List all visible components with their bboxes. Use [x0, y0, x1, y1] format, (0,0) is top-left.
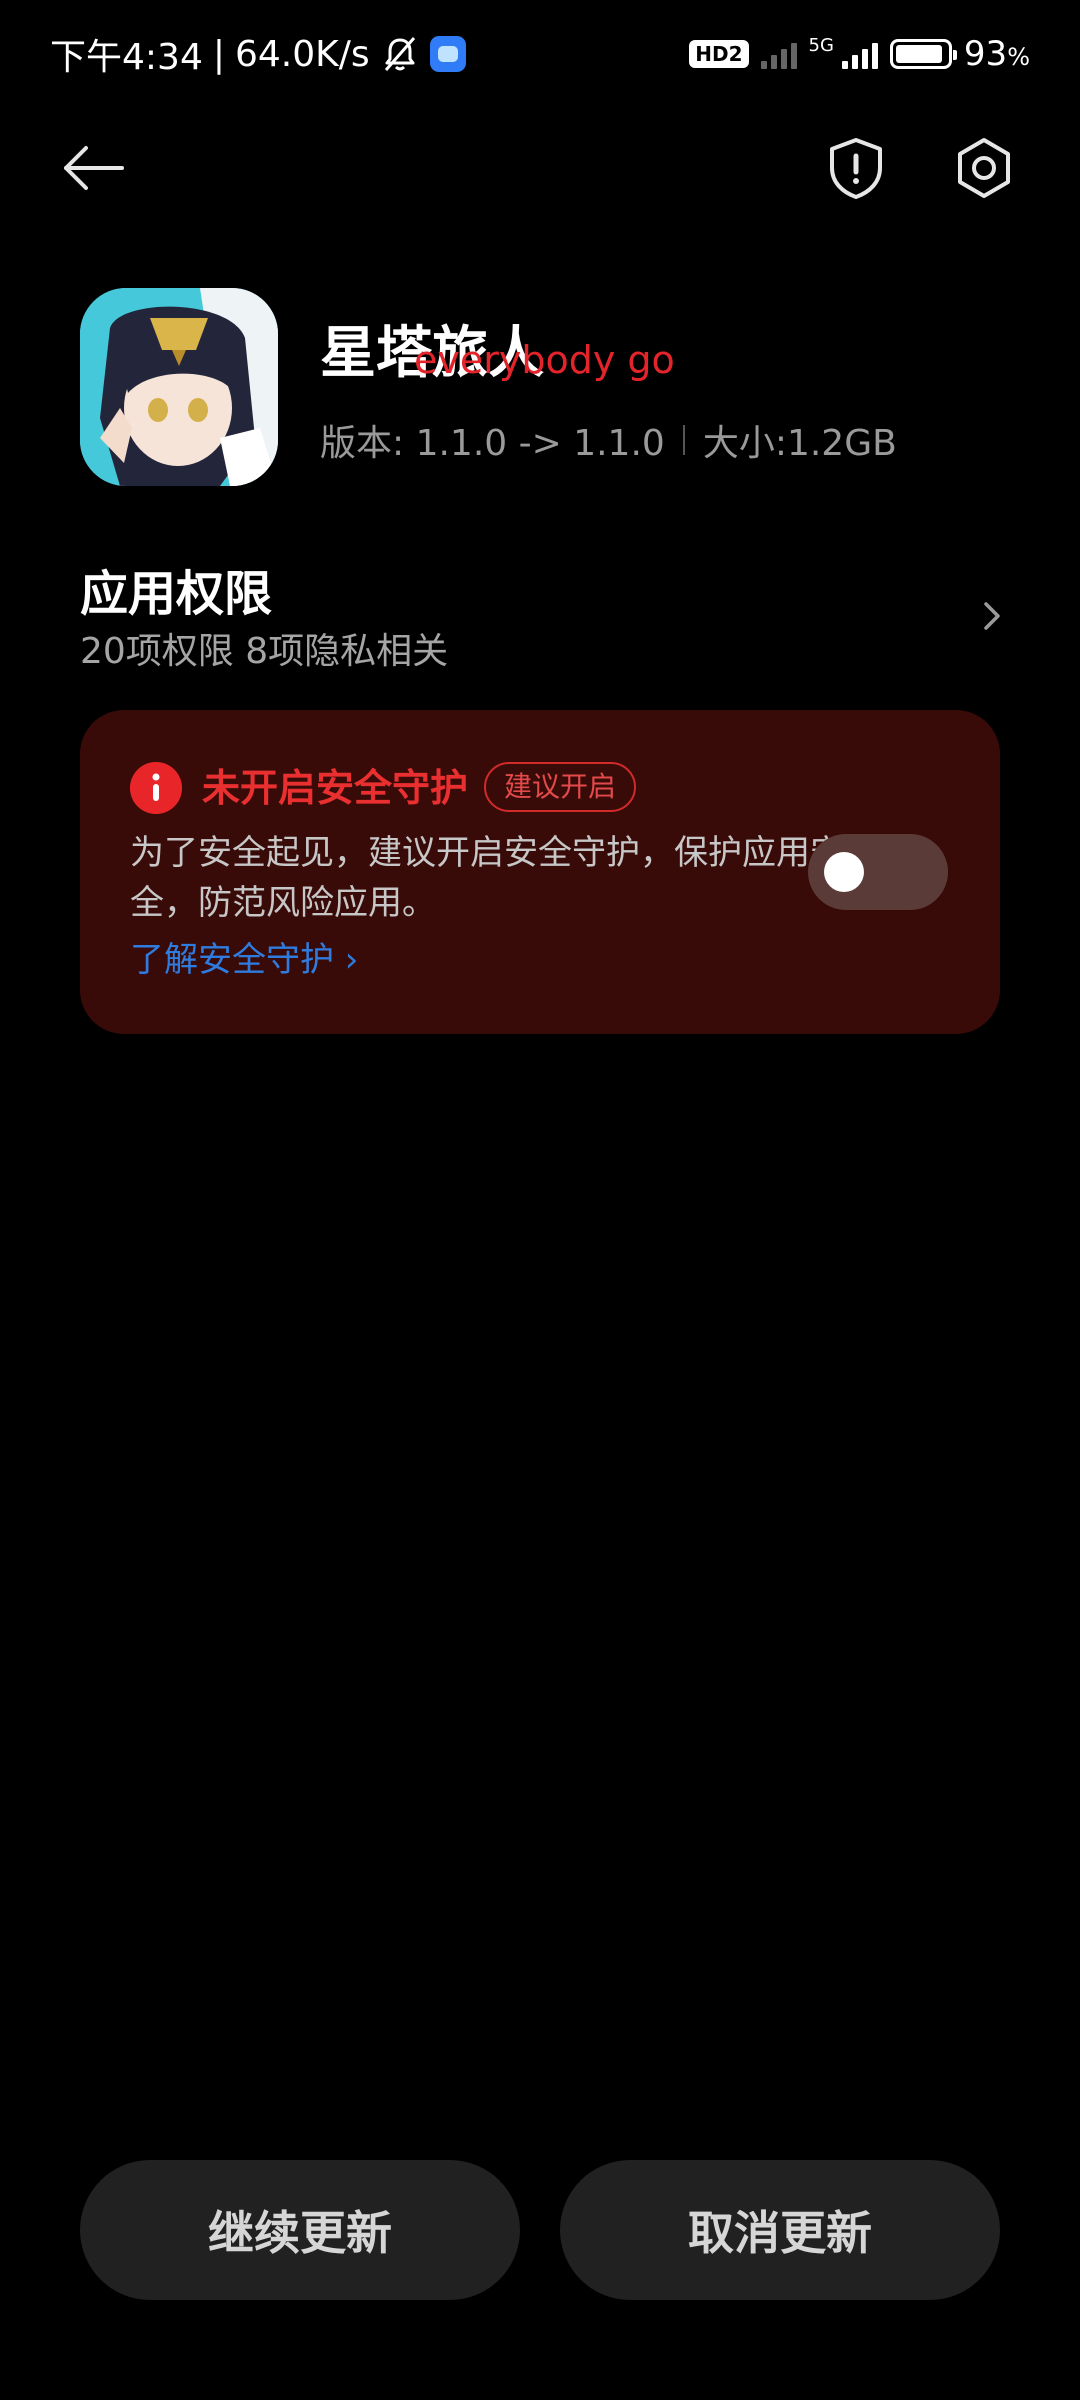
- back-button[interactable]: [58, 132, 130, 204]
- app-icon: [80, 288, 278, 486]
- settings-button[interactable]: [948, 132, 1020, 204]
- alert-icon: [130, 762, 182, 814]
- status-separator: |: [212, 33, 225, 75]
- update-confirm-screen: 下午4:34 | 64.0K/s HD2 5G 93% 星塔旅人 everybo…: [0, 0, 1080, 2400]
- security-toggle[interactable]: [808, 834, 948, 910]
- battery-icon: [889, 39, 957, 69]
- permissions-title: 应用权限: [80, 566, 273, 622]
- security-description: 为了安全起见，建议开启安全守护，保护应用安全，防范风险应用。: [130, 833, 844, 923]
- hd-voice-badge: HD2: [689, 40, 749, 68]
- status-time: 下午4:34: [50, 37, 203, 78]
- continue-update-button[interactable]: 继续更新: [80, 2160, 520, 2300]
- signal-sim1-icon: [841, 39, 878, 69]
- chevron-right-icon: [984, 602, 1000, 630]
- security-title: 未开启安全守护: [202, 766, 469, 810]
- signal-sim2-icon: [760, 39, 797, 69]
- shield-alert-icon: [830, 138, 882, 199]
- app-overlay-text: everybody go: [414, 338, 675, 382]
- app-meta: 版本: 1.1.0 -> 1.1.0 大小:1.2GB: [320, 414, 897, 466]
- status-bar: 下午4:34 | 64.0K/s HD2 5G 93%: [0, 0, 1080, 108]
- battery-percent: 93%: [963, 34, 1030, 74]
- meta-divider: [682, 425, 685, 455]
- gear-icon: [958, 138, 1010, 198]
- app-notification-icon: [429, 36, 466, 72]
- bell-mute-icon: [384, 37, 415, 71]
- app-permissions-row[interactable]: 应用权限 20项权限 8项隐私相关: [80, 548, 1010, 678]
- status-left: 下午4:34 | 64.0K/s: [50, 28, 466, 80]
- status-right: HD2 5G 93%: [689, 28, 1030, 80]
- network-type-label: 5G: [808, 35, 834, 56]
- shield-alert-button[interactable]: [820, 132, 892, 204]
- security-protection-card: 未开启安全守护 建议开启 为了安全起见，建议开启安全守护，保护应用安全，防范风险…: [80, 710, 1000, 1034]
- app-size: 大小:1.2GB: [702, 423, 897, 464]
- permissions-subtitle: 20项权限 8项隐私相关: [80, 631, 449, 672]
- arrow-left-icon: [64, 146, 124, 190]
- network-speed: 64.0K/s: [234, 33, 370, 75]
- battery-fill: [895, 45, 943, 63]
- app-version: 版本: 1.1.0 -> 1.1.0: [320, 423, 665, 464]
- toggle-knob: [824, 852, 864, 892]
- cancel-update-button[interactable]: 取消更新: [560, 2160, 1000, 2300]
- app-icon-artwork: [80, 288, 278, 486]
- learn-security-link[interactable]: 了解安全守护 ›: [130, 936, 358, 984]
- recommend-badge: 建议开启: [484, 762, 637, 812]
